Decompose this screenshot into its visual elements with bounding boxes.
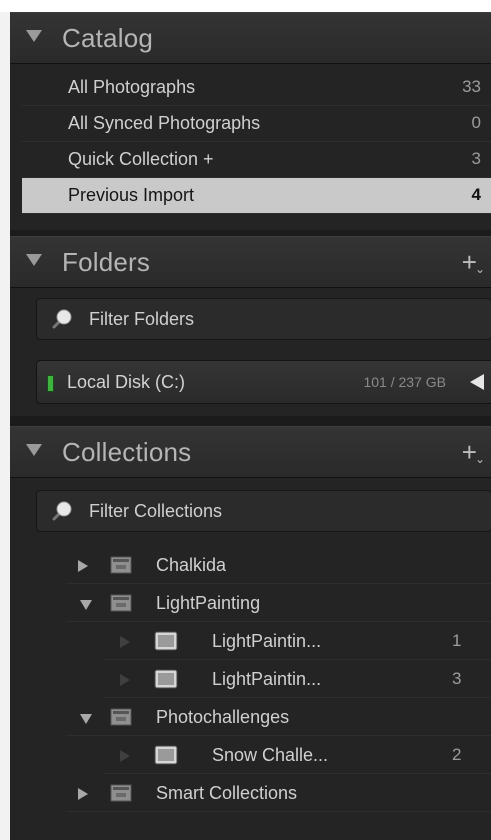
- window-top-edge: [0, 0, 491, 12]
- collection-set-chalkida[interactable]: Chalkida: [66, 548, 491, 584]
- collection-label: LightPaintin...: [212, 669, 322, 689]
- catalog-item-all-synced-photographs[interactable]: All Synced Photographs 0: [22, 106, 491, 142]
- folders-title: Folders: [62, 247, 151, 277]
- collection-set-icon: [110, 708, 132, 726]
- collection-count: 3: [452, 669, 462, 688]
- collection-lightpainting-1[interactable]: LightPaintin... 1: [104, 624, 491, 660]
- collapse-triangle-icon[interactable]: [26, 254, 42, 266]
- collections-panel: Filter Collections Chalkida LightPaintin…: [10, 478, 491, 840]
- folders-panel: Filter Folders Local Disk (C:) 101 / 237…: [10, 288, 491, 416]
- catalog-item-all-photographs[interactable]: All Photographs 33: [22, 70, 491, 106]
- collection-count: 1: [452, 631, 462, 650]
- catalog-item-count: 33: [462, 77, 481, 96]
- volume-local-disk[interactable]: Local Disk (C:) 101 / 237 GB: [36, 360, 491, 404]
- collections-panel-header[interactable]: Collections +⌄: [10, 426, 491, 478]
- catalog-item-label: All Photographs: [68, 77, 196, 97]
- collection-set-icon: [110, 556, 132, 574]
- disk-status-led-icon: [47, 375, 54, 392]
- add-collection-plus-icon[interactable]: +⌄: [462, 437, 485, 468]
- collection-indicator-icon: [120, 674, 130, 686]
- collection-lightpainting-3[interactable]: LightPaintin... 3: [104, 662, 491, 698]
- collection-indicator-icon: [120, 750, 130, 762]
- collection-label: LightPainting: [156, 593, 261, 613]
- disk-expand-triangle-icon[interactable]: [470, 374, 484, 390]
- search-icon: [52, 501, 72, 521]
- collection-indicator-icon: [120, 636, 130, 648]
- collection-set-smart-collections[interactable]: Smart Collections: [66, 776, 491, 812]
- collection-count: 2: [452, 745, 462, 764]
- catalog-item-label: All Synced Photographs: [68, 113, 261, 133]
- catalog-item-label: Quick Collection +: [68, 149, 214, 169]
- catalog-title: Catalog: [62, 23, 154, 53]
- window-left-edge: [0, 12, 10, 840]
- collapse-triangle-icon[interactable]: [26, 444, 42, 456]
- collection-set-icon: [110, 784, 132, 802]
- collections-title: Collections: [62, 437, 192, 467]
- catalog-item-count: 4: [471, 185, 481, 204]
- collection-set-icon: [110, 594, 132, 612]
- collection-snow-challenge[interactable]: Snow Challe... 2: [104, 738, 491, 774]
- collection-label: Photochallenges: [156, 707, 290, 727]
- catalog-item-quick-collection[interactable]: Quick Collection + 3: [22, 142, 491, 178]
- add-folder-plus-icon[interactable]: +⌄: [462, 247, 485, 278]
- catalog-panel: All Photographs 33 All Synced Photograph…: [10, 64, 491, 230]
- search-icon: [52, 309, 72, 329]
- collection-icon: [154, 631, 178, 651]
- collection-set-photochallenges[interactable]: Photochallenges: [66, 700, 491, 736]
- catalog-panel-header[interactable]: Catalog: [10, 12, 491, 64]
- filter-collections-field[interactable]: Filter Collections: [36, 490, 491, 532]
- catalog-item-previous-import[interactable]: Previous Import 4: [22, 178, 491, 214]
- folders-panel-header[interactable]: Folders +⌄: [10, 236, 491, 288]
- filter-folders-field[interactable]: Filter Folders: [36, 298, 491, 340]
- disk-size: 101 / 237 GB: [363, 374, 446, 390]
- collection-icon: [154, 669, 178, 689]
- collection-set-lightpainting[interactable]: LightPainting: [66, 586, 491, 622]
- expand-triangle-icon[interactable]: [78, 560, 88, 572]
- collapse-triangle-icon[interactable]: [26, 30, 42, 42]
- collection-label: Smart Collections: [156, 783, 298, 803]
- catalog-item-label: Previous Import: [68, 185, 195, 205]
- collapse-triangle-icon[interactable]: [80, 600, 92, 610]
- collection-icon: [154, 745, 178, 765]
- catalog-item-count: 0: [471, 113, 481, 132]
- collection-label: LightPaintin...: [212, 631, 322, 651]
- filter-collections-label: Filter Collections: [89, 501, 223, 521]
- expand-triangle-icon[interactable]: [78, 788, 88, 800]
- disk-label: Local Disk (C:): [67, 372, 186, 392]
- filter-folders-label: Filter Folders: [89, 309, 195, 329]
- collection-label: Chalkida: [156, 555, 227, 575]
- collection-label: Snow Challe...: [212, 745, 329, 765]
- collapse-triangle-icon[interactable]: [80, 714, 92, 724]
- catalog-item-count: 3: [471, 149, 481, 168]
